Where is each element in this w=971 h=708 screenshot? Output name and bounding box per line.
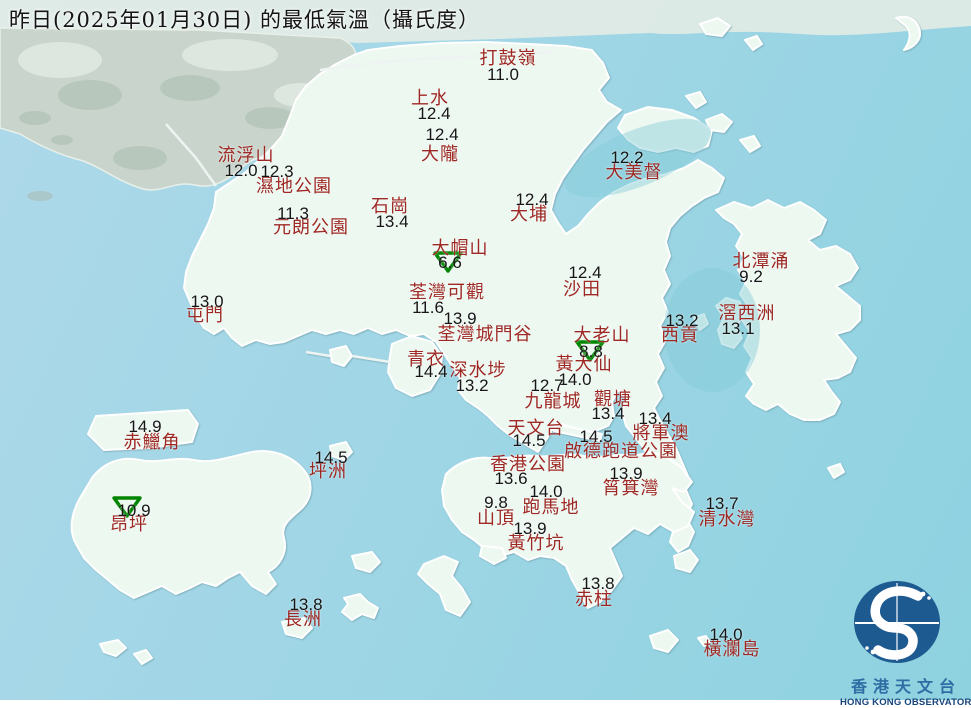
station-value: 14.5 <box>314 448 348 467</box>
station-value: 9.2 <box>739 267 763 286</box>
station-value: 14.0 <box>529 482 563 501</box>
station-value: 8.8 <box>579 342 603 361</box>
station-value: 13.4 <box>638 409 672 428</box>
map-title: 昨日(2025年01月30日) 的最低氣溫（攝氏度） <box>9 8 480 32</box>
hko-logo: 香港天文台 HONG KONG OBSERVATORY <box>840 578 971 708</box>
station-value: 12.4 <box>425 125 459 144</box>
station-value: 14.0 <box>709 625 743 644</box>
weather-map-canvas: 昨日(2025年01月30日) 的最低氣溫（攝氏度） 打鼓嶺 11.0 上水 12.4… <box>0 0 971 708</box>
station-value: 12.4 <box>568 263 602 282</box>
logo-title-en: HONG KONG OBSERVATORY <box>840 697 971 708</box>
station-value: 11.0 <box>487 65 519 84</box>
station-value: 13.8 <box>581 574 615 593</box>
station-value: 13.2 <box>455 376 489 395</box>
station-value: 6.6 <box>438 253 462 272</box>
station-value: 12.0 <box>224 161 258 180</box>
station-value: 13.1 <box>721 319 755 338</box>
station-value: 11.3 <box>277 204 309 223</box>
typhoon-swirl-icon <box>854 581 940 663</box>
station-value: 12.3 <box>260 162 294 181</box>
logo-title-zh: 香港天文台 <box>850 677 961 696</box>
station-value: 13.7 <box>705 494 739 513</box>
station-value: 13.4 <box>591 404 625 423</box>
station-value: 13.9 <box>443 309 477 328</box>
station-value: 13.9 <box>609 464 643 483</box>
station-value: 13.8 <box>289 595 323 614</box>
station-value: 13.2 <box>665 311 699 330</box>
station-value: 13.0 <box>190 292 224 311</box>
station-value: 13.6 <box>494 469 528 488</box>
station-value: 9.8 <box>484 493 508 512</box>
station-value: 12.2 <box>610 148 644 167</box>
station-value: 12.4 <box>417 104 451 123</box>
station-value: 14.5 <box>579 427 613 446</box>
station-value: 14.4 <box>414 362 448 381</box>
station-value: 13.4 <box>375 212 409 231</box>
station-value: 13.9 <box>513 519 547 538</box>
station-value: 12.7 <box>530 376 564 395</box>
stations-layer: 打鼓嶺 11.0 上水 12.4 大隴 12.4 流浮山 12.0 濕地公園 12.3 元朗公園 11… <box>0 0 971 700</box>
station-value: 14.5 <box>512 431 546 450</box>
station-value: 10.9 <box>117 501 151 520</box>
station-value: 14.9 <box>128 417 162 436</box>
station-value: 11.6 <box>412 298 444 317</box>
station-value: 12.4 <box>515 190 549 209</box>
